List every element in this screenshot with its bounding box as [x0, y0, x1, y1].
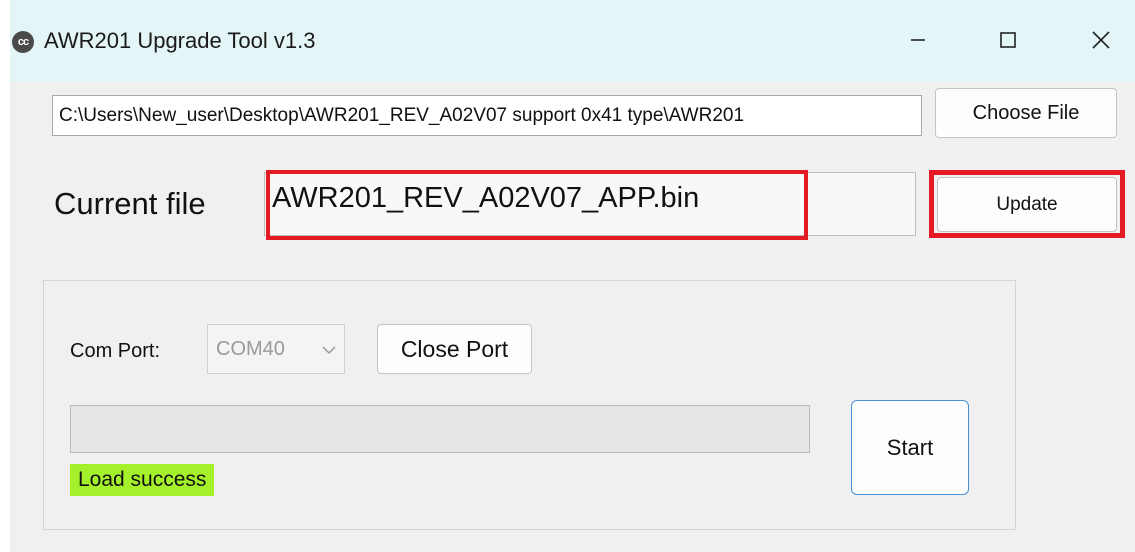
upgrade-tool-window: cc AWR201 Upgrade Tool v1.3 C:\Users\New…: [10, 0, 1135, 552]
title-bar: cc AWR201 Upgrade Tool v1.3: [10, 0, 1135, 82]
close-port-button[interactable]: Close Port: [377, 324, 532, 374]
minimize-button[interactable]: [895, 22, 941, 58]
close-icon: [1092, 31, 1110, 49]
chevron-down-icon: [322, 346, 336, 355]
file-path-field[interactable]: C:\Users\New_user\Desktop\AWR201_REV_A02…: [52, 95, 922, 136]
minimize-icon: [911, 39, 925, 41]
progress-bar: [70, 405, 810, 453]
close-button[interactable]: [1078, 22, 1124, 58]
com-port-label: Com Port:: [70, 340, 161, 362]
current-file-label: Current file: [54, 186, 206, 221]
maximize-button[interactable]: [985, 22, 1031, 58]
status-badge: Load success: [70, 464, 215, 496]
window-title: AWR201 Upgrade Tool v1.3: [44, 28, 316, 53]
com-port-select[interactable]: COM40: [207, 324, 345, 374]
app-icon: cc: [12, 31, 34, 53]
maximize-icon: [1000, 32, 1016, 48]
update-button-highlight: [929, 170, 1125, 238]
current-file-highlight: [266, 170, 808, 240]
choose-file-button[interactable]: Choose File: [935, 88, 1117, 138]
com-port-value: COM40: [216, 338, 285, 360]
start-button[interactable]: Start: [851, 400, 969, 495]
